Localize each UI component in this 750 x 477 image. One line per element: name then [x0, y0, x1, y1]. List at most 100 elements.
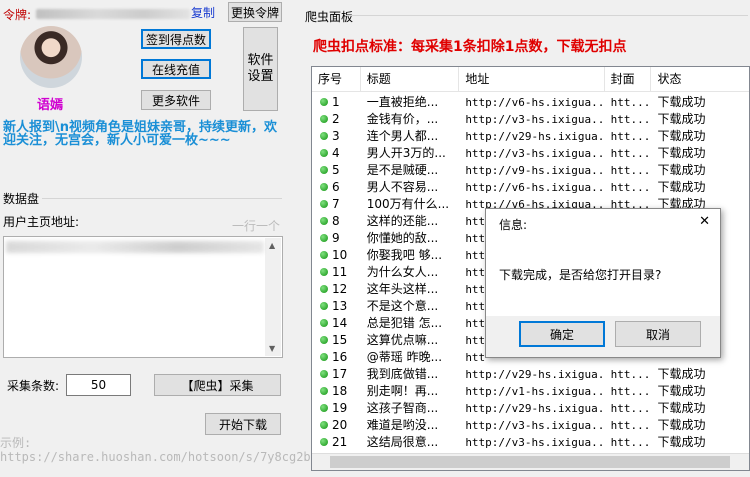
row-status: 下载成功 — [657, 418, 706, 432]
table-row[interactable]: 19 这孩子智商... http://v29-hs.ixigua... htt... 下… — [312, 400, 749, 417]
dialog-message: 下载完成，是否给您打开目录? — [499, 268, 662, 282]
deduction-warning: 爬虫扣点标准：每采集1条扣除1点数，下载无扣点 — [313, 39, 627, 55]
divider — [345, 15, 748, 16]
status-dot-icon — [320, 200, 328, 208]
dialog-ok-button[interactable]: 确定 — [519, 321, 605, 347]
status-dot-icon — [320, 166, 328, 174]
crawler-panel-title: 爬虫面板 — [305, 10, 354, 24]
row-title: 这年头这样... — [366, 282, 439, 296]
row-url: http://v29-hs.ixigua... — [465, 130, 605, 143]
row-index: 8 — [332, 214, 340, 228]
row-index: 3 — [332, 129, 340, 143]
datapan-title: 数据盘 — [3, 192, 40, 206]
collect-count-input[interactable]: 50 — [66, 374, 131, 396]
row-cover: htt... — [610, 130, 651, 143]
row-title: 你娶我吧 够... — [366, 248, 443, 262]
row-index: 12 — [332, 282, 348, 296]
column-header-status[interactable]: 状态 — [651, 67, 749, 92]
row-url: http://v29-hs.ixigua... — [465, 402, 605, 415]
row-url: http://v3-hs.ixigua... — [465, 147, 605, 160]
row-index: 20 — [332, 418, 348, 432]
recharge-button[interactable]: 在线充值 — [141, 59, 211, 79]
crawl-collect-button[interactable]: 【爬虫】采集 — [154, 374, 281, 396]
column-header-url[interactable]: 地址 — [459, 67, 605, 92]
row-index: 1 — [332, 95, 340, 109]
start-download-button[interactable]: 开始下载 — [205, 413, 281, 435]
scroll-up-icon[interactable]: ▲ — [269, 241, 275, 250]
row-title: 为什么女人... — [366, 265, 439, 279]
example-block: 示例: https://share.huoshan.com/hotsoon/s/… — [0, 436, 347, 464]
row-index: 15 — [332, 333, 348, 347]
change-token-button[interactable]: 更换令牌 — [228, 2, 282, 22]
dialog-titlebar: 信息: ✕ — [486, 209, 720, 239]
scroll-down-icon[interactable]: ▼ — [269, 344, 275, 353]
row-title: 难道是哟没... — [366, 418, 439, 432]
row-index: 2 — [332, 112, 340, 126]
row-status: 下载成功 — [657, 95, 706, 109]
row-status: 下载成功 — [657, 384, 706, 398]
row-url: http://v1-hs.ixigua... — [465, 385, 605, 398]
row-index: 16 — [332, 350, 348, 364]
row-index: 4 — [332, 146, 340, 160]
status-dot-icon — [320, 353, 328, 361]
table-row[interactable]: 2 金钱有价，... http://v3-hs.ixigua... htt... 下载成… — [312, 111, 749, 128]
status-dot-icon — [320, 438, 328, 446]
row-title: 这算优点嘛... — [366, 333, 439, 347]
row-title: 这结局很意... — [366, 435, 439, 449]
table-row[interactable]: 4 男人开3万的... http://v3-hs.ixigua... htt... 下载… — [312, 145, 749, 162]
textarea-scrollbar[interactable]: ▲ ▼ — [265, 238, 281, 356]
table-row[interactable]: 3 连个男人都... http://v29-hs.ixigua... htt... 下载… — [312, 128, 749, 145]
column-header-title[interactable]: 标题 — [361, 67, 460, 92]
row-index: 5 — [332, 163, 340, 177]
row-status: 下载成功 — [657, 401, 706, 415]
row-status: 下载成功 — [657, 163, 706, 177]
table-row[interactable]: 6 男人不容易... http://v6-hs.ixigua... htt... 下载成… — [312, 179, 749, 196]
hscroll-thumb[interactable] — [330, 456, 730, 468]
status-dot-icon — [320, 336, 328, 344]
row-index: 7 — [332, 197, 340, 211]
row-index: 17 — [332, 367, 348, 381]
close-icon[interactable]: ✕ — [699, 214, 710, 229]
checkin-button[interactable]: 签到得点数 — [141, 29, 211, 49]
row-title: 不是这个意... — [366, 299, 439, 313]
table-hscrollbar[interactable] — [312, 453, 749, 470]
settings-button[interactable]: 软件 设置 — [243, 27, 278, 111]
announcement-text: 新人报到\n视频角色是姐妹亲哥，持续更新，欢迎关注，无宫会，新人小可爱一枚~~~ — [3, 120, 278, 148]
row-index: 9 — [332, 231, 340, 245]
row-title: 总是犯错 怎... — [366, 316, 443, 330]
row-status: 下载成功 — [657, 435, 706, 449]
status-dot-icon — [320, 132, 328, 140]
table-row[interactable]: 5 是不是贼硬... http://v9-hs.ixigua... htt... 下载成… — [312, 162, 749, 179]
row-index: 6 — [332, 180, 340, 194]
status-dot-icon — [320, 285, 328, 293]
dialog-cancel-button[interactable]: 取消 — [615, 321, 701, 347]
row-url: http://v3-hs.ixigua... — [465, 436, 605, 449]
more-software-button[interactable]: 更多软件 — [141, 90, 211, 110]
dialog-body: 下载完成，是否给您打开目录? — [486, 239, 720, 316]
table-row[interactable]: 1 一直被拒绝... http://v6-hs.ixigua... htt... 下载成… — [312, 94, 749, 111]
user-url-textarea[interactable]: ▲ ▼ — [3, 236, 283, 358]
status-dot-icon — [320, 421, 328, 429]
row-index: 19 — [332, 401, 348, 415]
table-row[interactable]: 21 这结局很意... http://v3-hs.ixigua... htt... 下载… — [312, 434, 749, 451]
table-row[interactable]: 20 难道是哟没... http://v3-hs.ixigua... htt... 下载… — [312, 417, 749, 434]
row-cover: htt... — [610, 402, 651, 415]
row-status: 下载成功 — [657, 112, 706, 126]
copy-token-link[interactable]: 复制 — [191, 4, 215, 21]
column-header-cover[interactable]: 封面 — [605, 67, 652, 92]
table-row[interactable]: 18 别走啊！再... http://v1-hs.ixigua... htt... 下载… — [312, 383, 749, 400]
row-title: 你懂她的敌... — [366, 231, 439, 245]
divider — [42, 198, 282, 199]
column-header-index[interactable]: 序号 — [312, 67, 361, 92]
row-cover: htt... — [610, 147, 651, 160]
status-dot-icon — [320, 370, 328, 378]
status-dot-icon — [320, 404, 328, 412]
info-dialog: 信息: ✕ 下载完成，是否给您打开目录? 确定 取消 — [485, 208, 721, 358]
row-title: 一直被拒绝... — [366, 95, 439, 109]
table-row[interactable]: 17 我到底做错... http://v29-hs.ixigua... htt... 下… — [312, 366, 749, 383]
row-url: http://v3-hs.ixigua... — [465, 419, 605, 432]
username: 语嫣 — [37, 98, 64, 113]
example-label: 示例: — [0, 436, 32, 450]
status-dot-icon — [320, 115, 328, 123]
row-index: 10 — [332, 248, 348, 262]
